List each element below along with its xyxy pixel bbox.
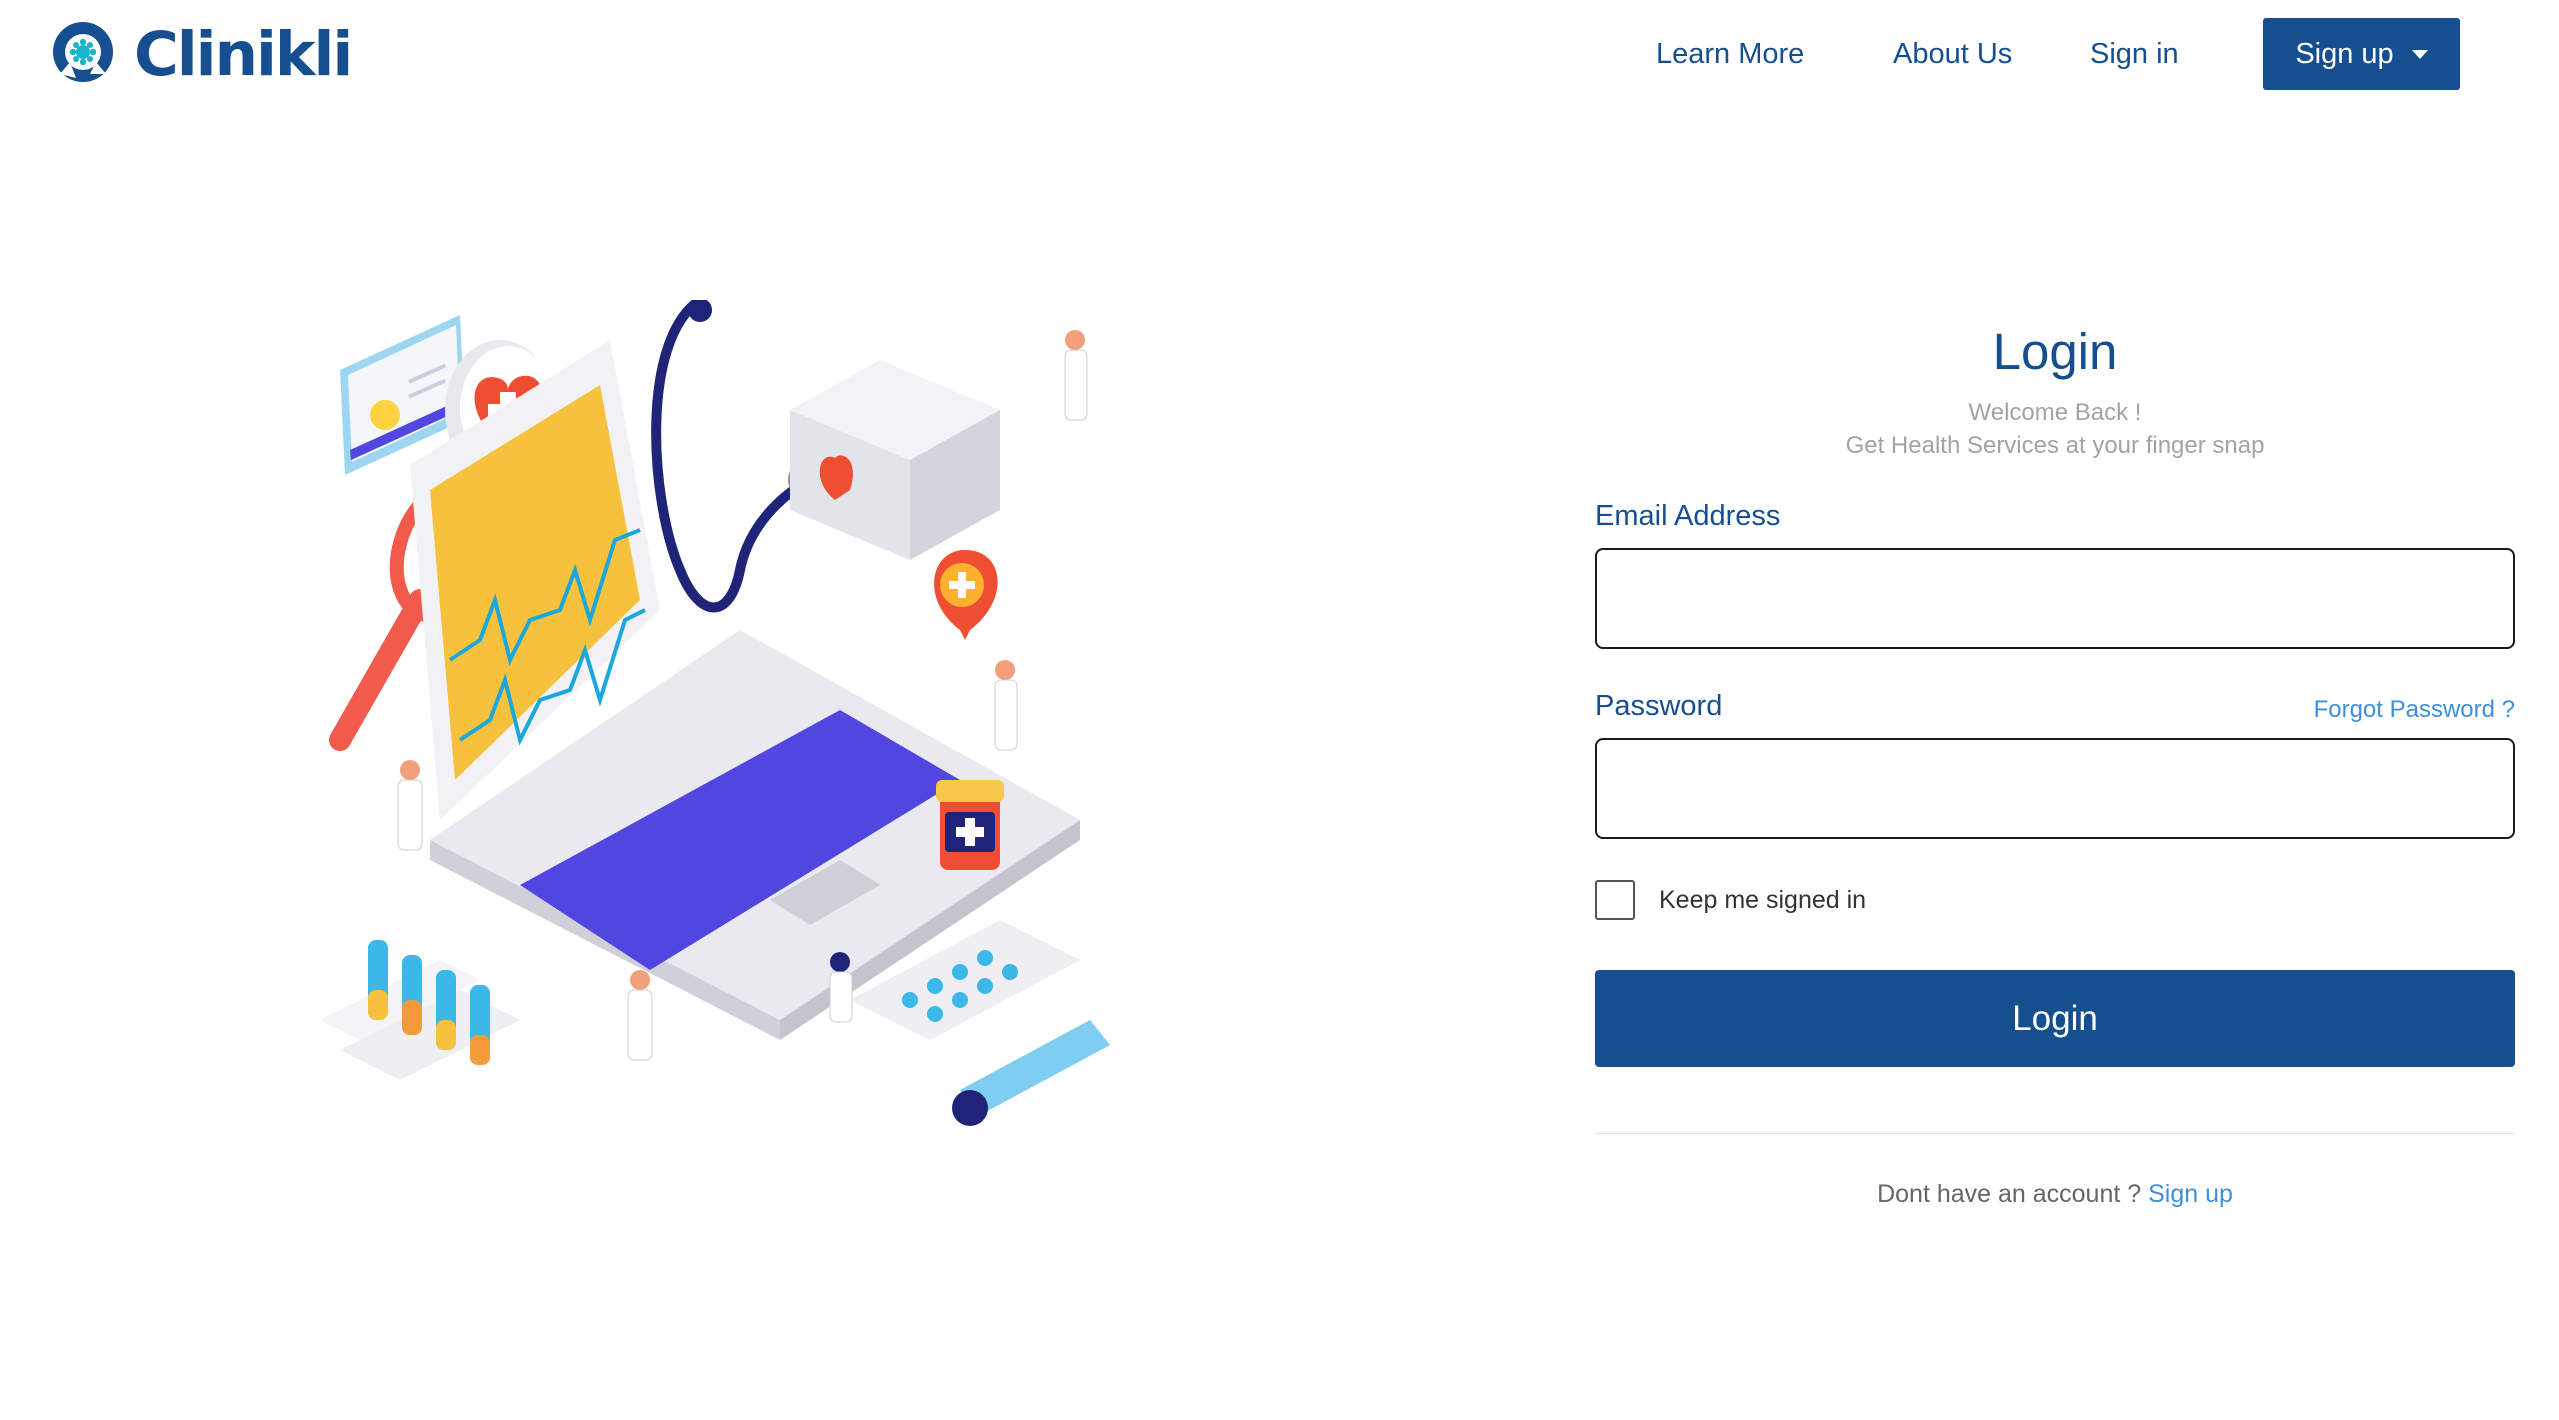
pill-bottle-icon	[936, 780, 1004, 870]
keep-signed-in-label[interactable]: Keep me signed in	[1659, 886, 1866, 915]
nav-sign-in[interactable]: Sign in	[2090, 18, 2179, 90]
divider	[1595, 1133, 2515, 1134]
brand-name: Clinikli	[134, 18, 353, 90]
top-navbar: Clinikli Learn More About Us Sign in Sig…	[0, 0, 2559, 112]
syringe-icon	[952, 1020, 1110, 1126]
medical-box-icon	[790, 360, 1000, 560]
location-pin-icon	[934, 550, 998, 640]
forgot-password-link[interactable]: Forgot Password ?	[2314, 696, 2515, 724]
password-field[interactable]	[1595, 738, 2515, 839]
medical-illustration	[320, 300, 1110, 1126]
tagline: Get Health Services at your finger snap	[1845, 432, 2265, 459]
nav-learn-more[interactable]: Learn More	[1656, 18, 1804, 90]
caret-down-icon	[2411, 49, 2428, 59]
password-label: Password	[1595, 690, 1723, 722]
login-button[interactable]: Login	[1595, 970, 2515, 1067]
welcome-text: Welcome Back ! Get Health Services at yo…	[1595, 396, 2515, 462]
nav-sign-up-dropdown-button[interactable]: Sign up	[2263, 18, 2460, 90]
email-field[interactable]	[1595, 548, 2515, 649]
keep-signed-in-checkbox[interactable]	[1595, 880, 1635, 920]
nav-about-us[interactable]: About Us	[1893, 18, 2012, 90]
test-tubes-icon	[320, 940, 520, 1080]
keep-signed-in-row: Keep me signed in	[1595, 880, 1866, 920]
email-label: Email Address	[1595, 500, 1781, 532]
clinikli-logo-icon	[53, 22, 113, 82]
sign-up-label: Sign up	[2295, 37, 2394, 70]
no-account-text: Dont have an account ?	[1877, 1180, 2142, 1208]
signup-prompt: Dont have an account ? Sign up	[1595, 1180, 2515, 1209]
sign-up-link[interactable]: Sign up	[2148, 1180, 2233, 1208]
welcome-line: Welcome Back !	[1968, 399, 2142, 426]
brand-logo[interactable]: Clinikli	[46, 18, 353, 90]
login-title: Login	[1992, 323, 2118, 380]
